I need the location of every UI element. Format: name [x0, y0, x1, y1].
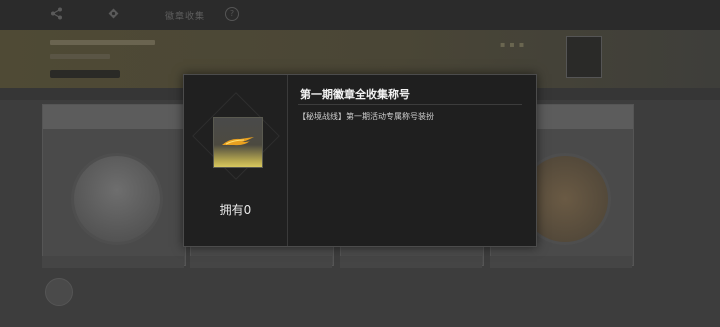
banner-subtitle-placeholder	[50, 54, 110, 59]
header-title: 徽章收集	[165, 12, 206, 22]
badge-card-footer	[42, 256, 184, 268]
badge-card-footer	[190, 256, 332, 268]
golden-wing-title-icon	[213, 117, 263, 168]
badge-card-header	[43, 105, 185, 129]
gear-icon[interactable]	[107, 7, 120, 24]
badge-card-footer	[490, 256, 632, 268]
banner-stars: ▪▪▪	[500, 40, 529, 49]
share-icon[interactable]	[50, 7, 63, 24]
help-circle-icon[interactable]: ?	[225, 7, 239, 21]
item-title: 第一期徽章全收集称号	[300, 88, 410, 101]
badge-image	[71, 153, 163, 245]
item-preview-panel: 拥有0	[184, 75, 288, 246]
item-info-panel: 第一期徽章全收集称号 【秘境战线】第一期活动专属称号装扮	[288, 75, 536, 246]
badge-card-footer	[340, 256, 482, 268]
item-detail-modal: 拥有0 第一期徽章全收集称号 【秘境战线】第一期活动专属称号装扮	[183, 74, 537, 247]
banner-badge-image	[566, 36, 602, 78]
title-divider	[298, 104, 522, 105]
item-description: 【秘境战线】第一期活动专属称号装扮	[298, 112, 434, 121]
banner-tag	[50, 70, 120, 78]
owned-count: 拥有0	[219, 203, 252, 217]
badge-card[interactable]	[42, 104, 186, 266]
top-bar: 徽章收集 ?	[0, 0, 720, 30]
round-action-button[interactable]	[45, 278, 73, 306]
banner-title-placeholder	[50, 40, 155, 45]
